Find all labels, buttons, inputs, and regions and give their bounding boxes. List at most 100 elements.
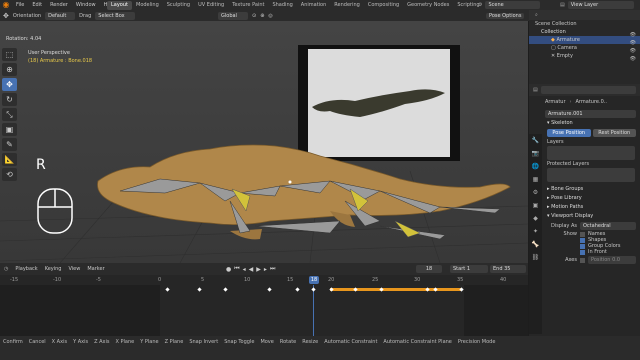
jump-start-icon[interactable]: ⏮: [234, 265, 239, 273]
status-rotate: Rotate: [279, 339, 297, 345]
pose-library-panel[interactable]: ▸ Pose Library: [543, 194, 640, 203]
orientation-dropdown[interactable]: Default: [45, 12, 76, 20]
status-bar: Confirm Cancel X Axis Y Axis Z Axis X Pl…: [0, 336, 640, 360]
position-field[interactable]: Position 0.0: [588, 256, 636, 264]
object-info: (18) Armature : Bone.018: [28, 58, 93, 64]
cursor-tool-icon[interactable]: ⊕: [2, 63, 17, 76]
menu-render[interactable]: Render: [46, 0, 72, 10]
transform-orientation-dropdown[interactable]: Global: [218, 12, 248, 20]
outliner-header: ⌕: [529, 10, 640, 20]
in-front-checkbox[interactable]: [580, 249, 585, 255]
tab-uv-editing[interactable]: UV Editing: [194, 1, 228, 10]
tab-shading[interactable]: Shading: [268, 1, 296, 10]
outliner-item-camera[interactable]: ▢ Camera: [529, 44, 640, 52]
shapes-checkbox[interactable]: [580, 237, 585, 243]
current-frame-field[interactable]: 18: [416, 265, 442, 273]
timeline-menu-playback[interactable]: Playback: [15, 266, 37, 272]
record-icon[interactable]: ●: [226, 266, 231, 273]
status-snap-invert: Snap Invert: [189, 339, 219, 345]
timeline-menu-marker[interactable]: Marker: [87, 266, 104, 272]
outliner-title: Scene Collection: [535, 21, 577, 27]
next-key-icon[interactable]: ▸: [264, 266, 267, 273]
layers-grid[interactable]: [547, 146, 635, 160]
outliner-item-collection[interactable]: Collection: [529, 28, 640, 36]
pose-options-button[interactable]: Pose Options: [486, 12, 525, 20]
status-z-axis: Z Axis: [94, 339, 110, 345]
protected-layers-grid[interactable]: [547, 168, 635, 182]
tab-animation[interactable]: Animation: [297, 1, 331, 10]
3d-viewport[interactable]: User Perspective (18) Armature : Bone.01…: [0, 21, 528, 263]
move-tool-icon[interactable]: ✥: [2, 78, 17, 91]
tab-sculpting[interactable]: Sculpting: [163, 1, 194, 10]
roll-tool-icon[interactable]: ⟲: [2, 168, 17, 181]
timeline-menu-keying[interactable]: Keying: [45, 266, 62, 272]
transform-tool-icon[interactable]: ▣: [2, 123, 17, 136]
pivot-icon[interactable]: ⊙: [252, 13, 256, 19]
view-layer-icon: ▤: [560, 2, 565, 8]
status-precision-mode: Precision Mode: [457, 339, 496, 345]
end-frame-field[interactable]: End 35: [490, 265, 526, 273]
keyframe-hold-bar: [330, 288, 462, 291]
jump-end-icon[interactable]: ⏭: [270, 265, 275, 273]
scale-tool-icon[interactable]: ⤡: [2, 108, 17, 121]
tab-layout[interactable]: Layout: [107, 0, 132, 10]
group-colors-checkbox[interactable]: [580, 243, 585, 249]
view-layer-selector[interactable]: ▤ View Layer: [560, 1, 634, 9]
display-as-label: Display As: [550, 223, 577, 229]
timeline-editor-icon[interactable]: ◷: [4, 266, 8, 272]
measure-tool-icon[interactable]: 📐: [2, 153, 17, 166]
key-hint: R: [36, 157, 46, 173]
status-snap-toggle: Snap Toggle: [224, 339, 255, 345]
properties-type-icon[interactable]: ▤: [533, 87, 538, 93]
proportional-icon[interactable]: ◎: [268, 13, 272, 19]
tab-compositing[interactable]: Compositing: [364, 1, 403, 10]
scene-icon: ⚙: [478, 2, 483, 8]
tab-modeling[interactable]: Modeling: [132, 1, 163, 10]
annotate-tool-icon[interactable]: ✎: [2, 138, 17, 151]
tab-icons[interactable]: 🔧 📷 🌐 ▦ ⚙ ▣ ◆ ✦ 🦴 ⛓: [529, 134, 542, 264]
tab-geometry-nodes[interactable]: Geometry Nodes: [403, 1, 453, 10]
properties-header: ▤: [529, 84, 640, 96]
skeleton-panel[interactable]: ▾ Skeleton: [543, 119, 640, 128]
outliner-item-armature[interactable]: ◆ Armature: [529, 36, 640, 44]
play-reverse-icon[interactable]: ◀: [249, 266, 254, 273]
bone-groups-panel[interactable]: ▸ Bone Groups: [543, 185, 640, 194]
tool-header: ✥ Orientation Default Drag Select Box: [3, 11, 136, 21]
motion-paths-panel[interactable]: ▸ Motion Paths: [543, 203, 640, 212]
status-auto-constraint-plane: Automatic Constraint Plane: [383, 339, 452, 345]
transform-tool-icon[interactable]: ✥: [3, 12, 9, 20]
view-layer-name[interactable]: View Layer: [567, 1, 634, 9]
armature-data-field[interactable]: Armature.001: [545, 109, 636, 118]
axes-checkbox[interactable]: [580, 257, 585, 263]
playhead-label[interactable]: 18: [309, 276, 319, 284]
menu-edit[interactable]: Edit: [28, 0, 46, 10]
viewport-display-panel[interactable]: ▾ Viewport Display: [543, 212, 640, 221]
start-frame-field[interactable]: Start 1: [450, 265, 488, 273]
names-checkbox[interactable]: [580, 231, 585, 237]
visibility-icons[interactable]: 👁 👁 👁 👁: [630, 31, 636, 63]
rotate-tool-icon[interactable]: ↻: [2, 93, 17, 106]
keyframe-area[interactable]: [0, 285, 528, 336]
menu-window[interactable]: Window: [72, 0, 100, 10]
workspace-tabs: Layout Modeling Sculpting UV Editing Tex…: [107, 0, 484, 10]
pose-position-button[interactable]: Pose Position: [547, 129, 591, 137]
blender-logo-icon[interactable]: ◉: [0, 0, 12, 10]
frame-ruler[interactable]: -15 -10 -5 0 5 10 15 20 25 30 35 40 18: [0, 275, 528, 285]
scene-selector[interactable]: ⚙ Scene: [478, 1, 541, 9]
protected-layers-label: Protected Layers: [547, 161, 590, 167]
select-tool-icon[interactable]: ⬚: [2, 48, 17, 61]
play-icon[interactable]: ▶: [256, 266, 261, 273]
prev-key-icon[interactable]: ◂: [243, 266, 246, 273]
menu-file[interactable]: File: [12, 0, 28, 10]
scene-name[interactable]: Scene: [485, 1, 541, 9]
tab-rendering[interactable]: Rendering: [330, 1, 364, 10]
tab-texture-paint[interactable]: Texture Paint: [228, 1, 268, 10]
properties-search[interactable]: [540, 86, 636, 94]
outliner-item-empty[interactable]: ✕ Empty: [529, 52, 640, 60]
timeline-menu-view[interactable]: View: [68, 266, 80, 272]
rest-position-button[interactable]: Rest Position: [592, 129, 636, 137]
snap-icon[interactable]: ⊕: [260, 13, 264, 19]
display-as-dropdown[interactable]: Octahedral: [580, 222, 636, 230]
outliner-search-icon[interactable]: ⌕: [535, 12, 538, 18]
drag-dropdown[interactable]: Select Box: [95, 12, 136, 20]
